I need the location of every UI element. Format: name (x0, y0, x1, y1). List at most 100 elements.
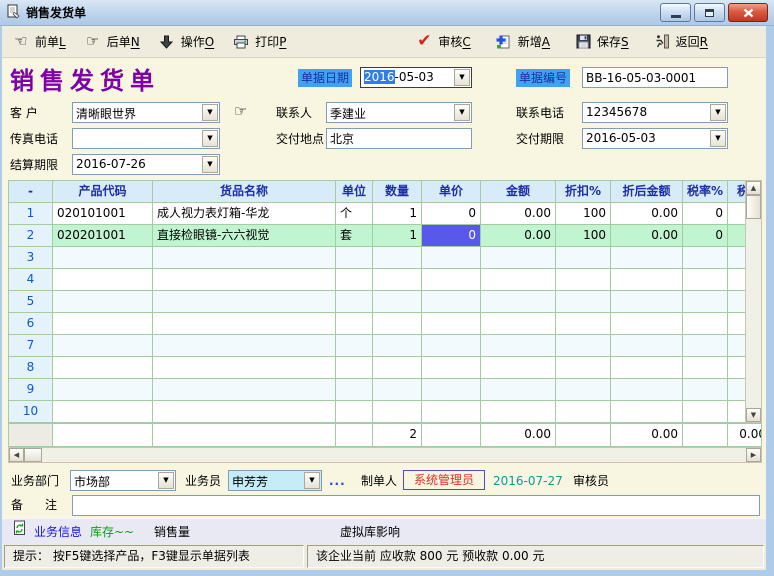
cell-discount-pct[interactable]: 100 (556, 225, 611, 247)
cell-qty[interactable] (373, 247, 422, 269)
cell-tax-amount[interactable] (728, 379, 746, 401)
cell-tax-amount[interactable] (728, 247, 746, 269)
cell-unit[interactable] (336, 357, 373, 379)
cell-unit[interactable] (336, 247, 373, 269)
cell-unit-price[interactable]: 0 (422, 203, 481, 225)
cell-amount[interactable] (481, 379, 556, 401)
delivery-date-select[interactable]: 2016-05-03 ▼ (582, 128, 728, 149)
cell-qty[interactable] (373, 313, 422, 335)
hand-pointer-icon[interactable]: ☞ (234, 101, 247, 121)
cell-tax-rate[interactable] (683, 247, 728, 269)
doc-no-input[interactable] (582, 67, 728, 88)
row-number[interactable]: 4 (9, 269, 53, 291)
cell-product-name[interactable] (153, 357, 336, 379)
cell-tax-rate[interactable] (683, 335, 728, 357)
cell-tax-rate[interactable] (683, 269, 728, 291)
cell-unit-price[interactable] (422, 401, 481, 423)
cell-product-name[interactable] (153, 247, 336, 269)
close-button[interactable] (728, 3, 768, 22)
cell-product-name[interactable] (153, 379, 336, 401)
cell-discounted-amount[interactable] (611, 357, 683, 379)
cell-qty[interactable] (373, 335, 422, 357)
prev-doc-button[interactable]: ☜前单L (8, 31, 70, 52)
cell-product-name[interactable] (153, 335, 336, 357)
minimize-button[interactable] (660, 3, 691, 22)
salesperson-select[interactable]: 申芳芳 ▼ (228, 470, 322, 491)
cell-unit[interactable] (336, 291, 373, 313)
cell-amount[interactable] (481, 291, 556, 313)
cell-unit[interactable] (336, 401, 373, 423)
cell-product-name[interactable]: 直接检眼镜-六六视觉 (153, 225, 336, 247)
cell-tax-rate[interactable] (683, 313, 728, 335)
cell-discounted-amount[interactable] (611, 379, 683, 401)
scroll-down-button[interactable]: ▼ (746, 408, 761, 422)
phone-select[interactable]: 12345678 ▼ (582, 102, 728, 123)
dropdown-arrow-icon[interactable]: ▼ (202, 156, 218, 173)
cell-qty[interactable] (373, 379, 422, 401)
cell-discounted-amount[interactable]: 0.00 (611, 225, 683, 247)
cell-product-code[interactable] (53, 357, 153, 379)
row-number[interactable]: 10 (9, 401, 53, 423)
cell-product-code[interactable] (53, 313, 153, 335)
row-number[interactable]: 7 (9, 335, 53, 357)
cell-discounted-amount[interactable] (611, 247, 683, 269)
scroll-right-button[interactable]: ▶ (746, 448, 761, 462)
cell-discount-pct[interactable] (556, 357, 611, 379)
cell-amount[interactable] (481, 269, 556, 291)
cell-discount-pct[interactable] (556, 379, 611, 401)
cell-unit[interactable]: 个 (336, 203, 373, 225)
row-number[interactable]: 3 (9, 247, 53, 269)
cell-amount[interactable] (481, 335, 556, 357)
dropdown-arrow-icon[interactable]: ▼ (202, 130, 218, 147)
scroll-up-button[interactable]: ▲ (746, 181, 761, 195)
cell-discount-pct[interactable] (556, 335, 611, 357)
cell-unit-price[interactable] (422, 291, 481, 313)
cell-qty[interactable] (373, 269, 422, 291)
dropdown-arrow-icon[interactable]: ▼ (454, 69, 470, 86)
business-info-link[interactable]: 业务信息 (34, 519, 82, 545)
cell-discounted-amount[interactable] (611, 291, 683, 313)
customer-select[interactable]: 清晰眼世界 ▼ (72, 102, 220, 123)
cell-unit-price[interactable] (422, 269, 481, 291)
vertical-scroll-thumb[interactable] (746, 195, 761, 219)
cell-unit-price[interactable] (422, 247, 481, 269)
cell-discount-pct[interactable] (556, 313, 611, 335)
cell-product-name[interactable]: 成人视力表灯箱-华龙 (153, 203, 336, 225)
cell-unit[interactable] (336, 269, 373, 291)
row-number[interactable]: 5 (9, 291, 53, 313)
cell-product-code[interactable] (53, 269, 153, 291)
fax-select[interactable]: ▼ (72, 128, 220, 149)
cell-unit-price[interactable]: 0 (422, 225, 481, 247)
maximize-button[interactable] (694, 3, 725, 22)
dropdown-arrow-icon[interactable]: ▼ (454, 104, 470, 121)
cell-tax-amount[interactable] (728, 203, 746, 225)
cell-amount[interactable]: 0.00 (481, 225, 556, 247)
cell-tax-rate[interactable]: 0 (683, 225, 728, 247)
cell-discounted-amount[interactable] (611, 269, 683, 291)
cell-tax-rate[interactable] (683, 379, 728, 401)
cell-unit[interactable] (336, 313, 373, 335)
cell-unit-price[interactable] (422, 335, 481, 357)
refresh-doc-icon[interactable] (12, 519, 27, 545)
dropdown-arrow-icon[interactable]: ▼ (202, 104, 218, 121)
cell-amount[interactable]: 0.00 (481, 203, 556, 225)
cell-unit-price[interactable] (422, 357, 481, 379)
cell-discount-pct[interactable] (556, 247, 611, 269)
next-doc-button[interactable]: ☞后单N (80, 31, 144, 52)
cell-amount[interactable] (481, 247, 556, 269)
save-button[interactable]: 保存S (570, 31, 633, 52)
cell-tax-rate[interactable] (683, 357, 728, 379)
cell-tax-amount[interactable] (728, 401, 746, 423)
cell-discounted-amount[interactable] (611, 335, 683, 357)
cell-product-code[interactable]: 020101001 (53, 203, 153, 225)
dropdown-arrow-icon[interactable]: ▼ (158, 472, 174, 489)
row-number[interactable]: 8 (9, 357, 53, 379)
add-button[interactable]: 新增A (491, 31, 554, 52)
cell-tax-amount[interactable] (728, 335, 746, 357)
note-input[interactable] (72, 495, 760, 516)
cell-tax-amount[interactable] (728, 313, 746, 335)
cell-discounted-amount[interactable]: 0.00 (611, 203, 683, 225)
settle-date-select[interactable]: 2016-07-26 ▼ (72, 154, 220, 175)
operations-button[interactable]: 操作O (154, 31, 218, 52)
print-button[interactable]: 打印P (228, 31, 290, 52)
